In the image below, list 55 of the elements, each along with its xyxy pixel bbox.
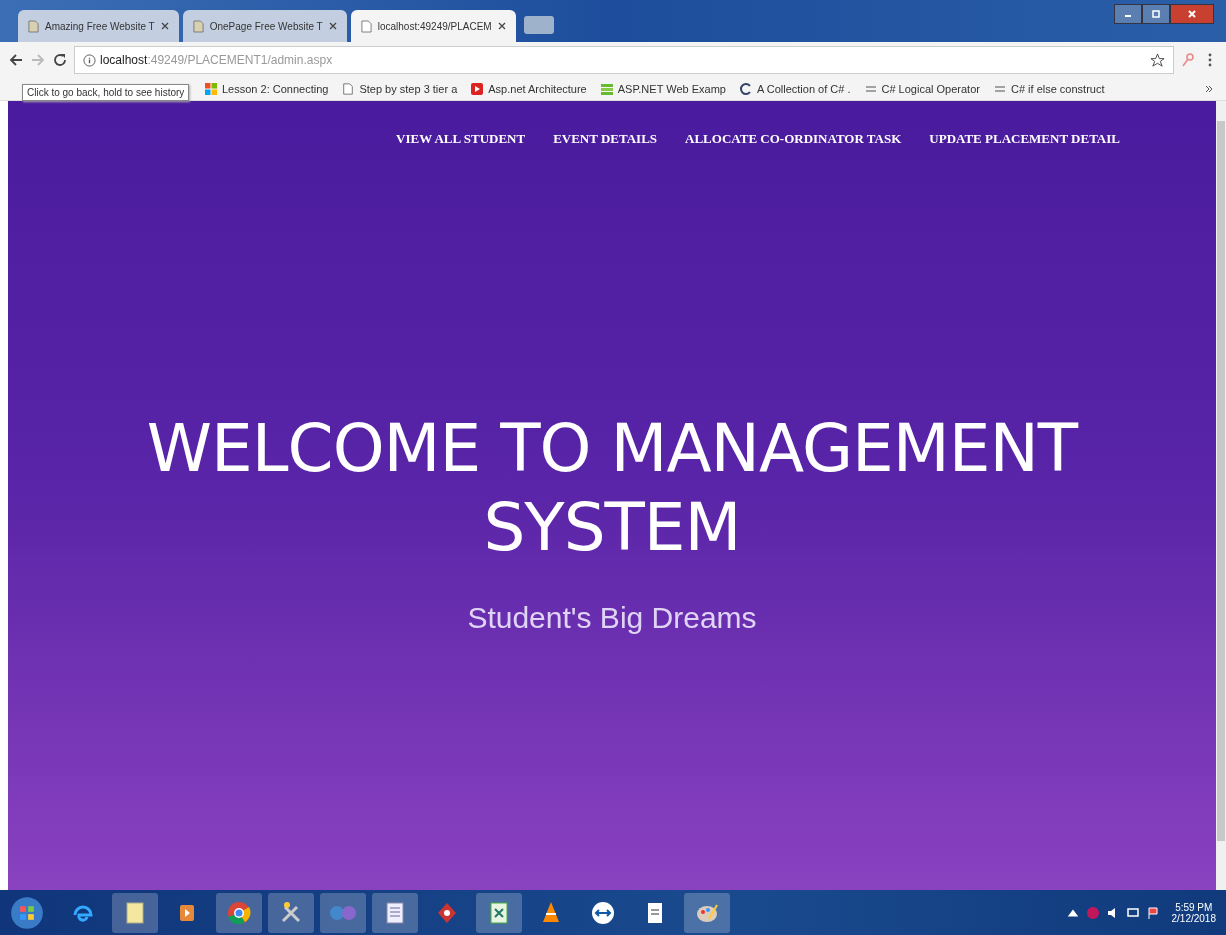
taskbar-app[interactable] — [216, 892, 262, 933]
info-icon — [83, 53, 96, 67]
browser-tab[interactable]: localhost:49249/PLACEM — [350, 10, 516, 42]
start-orb-icon[interactable] — [10, 895, 44, 930]
page-icon — [360, 19, 372, 33]
nav-link[interactable]: EVENT DETAILS — [553, 131, 658, 147]
chevron-icon[interactable] — [1204, 84, 1214, 94]
new-tab-button[interactable] — [523, 16, 554, 34]
close-icon — [1187, 9, 1197, 19]
network-icon[interactable] — [1125, 905, 1140, 920]
back-arrow-icon[interactable] — [8, 52, 24, 68]
page-icon — [28, 19, 39, 33]
play-icon — [471, 83, 484, 95]
taskbar-app[interactable] — [268, 892, 314, 933]
bookmark[interactable]: C# if else construct — [993, 83, 1105, 95]
minimize-button[interactable] — [1114, 4, 1142, 24]
stack-icon — [600, 83, 613, 95]
c-icon — [739, 83, 752, 95]
taskbar-app[interactable] — [372, 892, 418, 933]
maximize-icon — [1151, 9, 1161, 19]
scrollbar[interactable] — [1216, 101, 1226, 890]
hero-title: WELCOME TO MANAGEMENT SYSTEM — [145, 409, 1080, 568]
clock[interactable]: 5:59 PM 2/12/2018 — [1171, 901, 1216, 924]
bookmark[interactable]: A Collection of C# . — [739, 83, 851, 95]
clock-time: 5:59 PM — [1175, 901, 1213, 913]
tab-title: localhost:49249/PLACEM — [377, 20, 492, 32]
bookmark-label: C# if else construct — [1010, 83, 1105, 95]
close-icon[interactable] — [160, 22, 169, 30]
hero-subtitle: Student's Big Dreams — [467, 601, 757, 636]
maximize-button[interactable] — [1142, 4, 1170, 24]
tiles-icon — [205, 83, 217, 95]
taskbar-app[interactable] — [112, 892, 158, 933]
tooltip: Click to go back, hold to see history — [22, 84, 190, 101]
address-bar[interactable]: localhost:49249/PLACEMENT1/admin.aspx — [74, 46, 1174, 74]
taskbar-app[interactable] — [684, 892, 730, 933]
nav-link[interactable]: ALLOCATE CO-ORDINATOR TASK — [685, 131, 902, 147]
nav-link[interactable]: VIEW ALL STUDENT — [396, 131, 526, 147]
close-button[interactable] — [1170, 4, 1214, 24]
tab-title: OnePage Free Website T — [209, 20, 323, 32]
lines-icon — [864, 83, 877, 95]
close-icon[interactable] — [497, 22, 506, 30]
page-icon — [192, 19, 204, 33]
star-icon[interactable] — [1150, 52, 1165, 68]
page-icon — [342, 83, 355, 95]
clock-date: 2/12/2018 — [1171, 912, 1216, 924]
browser-tab[interactable]: OnePage Free Website T — [182, 10, 347, 42]
lines-icon — [993, 83, 1006, 95]
nav-link[interactable]: UPDATE PLACEMENT DETAIL — [929, 131, 1120, 147]
browser-tab[interactable]: Amazing Free Website T — [18, 10, 179, 42]
tab-title: Amazing Free Website T — [45, 20, 155, 32]
bookmark-label: A Collection of C# . — [756, 83, 851, 95]
taskbar-app[interactable] — [476, 892, 522, 933]
reload-icon[interactable] — [52, 52, 68, 68]
flag-icon[interactable] — [1145, 905, 1160, 920]
close-icon[interactable] — [328, 22, 337, 30]
